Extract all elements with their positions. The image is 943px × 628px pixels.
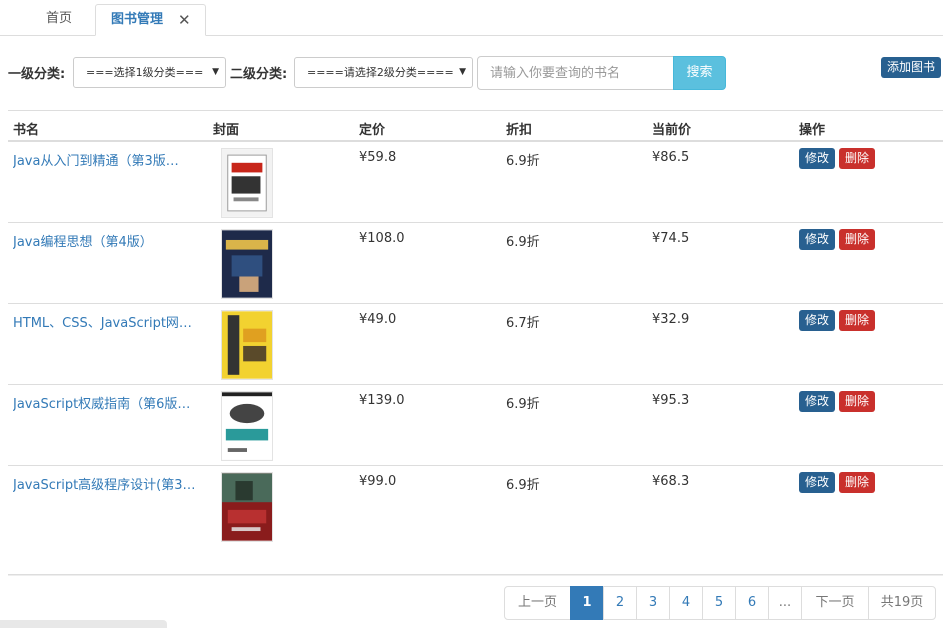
delete-button[interactable]: 删除 (839, 310, 875, 331)
column-header-price: 定价 (359, 123, 386, 138)
delete-button[interactable]: 删除 (839, 229, 875, 250)
table-row: JavaScript权威指南（第6版… ¥139.0 6.9折 ¥95.3 修改… (8, 385, 943, 466)
delete-button[interactable]: 删除 (839, 391, 875, 412)
book-price: ¥108.0 (359, 231, 405, 246)
book-price: ¥99.0 (359, 474, 397, 489)
delete-button[interactable]: 删除 (839, 148, 875, 169)
column-header-current-price: 当前价 (652, 123, 692, 138)
column-header-actions: 操作 (799, 123, 826, 138)
column-header-title: 书名 (13, 123, 40, 138)
tab-bar: 首页 图书管理 ✕ (0, 0, 943, 36)
search-input[interactable] (477, 56, 674, 90)
book-discount: 6.9折 (506, 478, 540, 493)
next-page-button[interactable]: 下一页 (801, 586, 869, 620)
page-1-button[interactable]: 1 (570, 586, 604, 620)
table-row: JavaScript高级程序设计(第3… ¥99.0 6.9折 ¥68.3 修改… (8, 466, 943, 575)
book-current-price: ¥32.9 (652, 312, 690, 327)
book-title-link[interactable]: Java编程思想（第4版） (13, 231, 205, 250)
pagination-ellipsis: ... (768, 586, 802, 620)
table-header: 书名 封面 定价 折扣 当前价 操作 (8, 110, 943, 142)
book-price: ¥59.8 (359, 150, 397, 165)
search-button[interactable]: 搜索 (673, 56, 726, 90)
column-header-discount: 折扣 (506, 123, 533, 138)
book-cover-java-intro-icon (221, 148, 273, 218)
tab-book-management[interactable]: 图书管理 ✕ (95, 4, 206, 36)
level1-category-label: 一级分类: (8, 67, 66, 82)
book-cover-js-professional-icon (221, 472, 273, 542)
edit-button[interactable]: 修改 (799, 148, 835, 169)
book-cover-thinking-in-java-icon (221, 229, 273, 299)
edit-button[interactable]: 修改 (799, 229, 835, 250)
table-row: Java从入门到精通（第3版… ¥59.8 6.9折 ¥86.5 修改 删除 (8, 142, 943, 223)
edit-button[interactable]: 修改 (799, 391, 835, 412)
pagination: 上一页 1 2 3 4 5 6 ... 下一页 共19页 (504, 586, 936, 620)
book-cover-js-definitive-icon (221, 391, 273, 461)
page-6-button[interactable]: 6 (735, 586, 769, 620)
total-pages-label: 共19页 (868, 586, 936, 620)
page-5-button[interactable]: 5 (702, 586, 736, 620)
delete-button[interactable]: 删除 (839, 472, 875, 493)
level1-category-value: ===选择1级分类=== (86, 66, 204, 79)
book-price: ¥139.0 (359, 393, 405, 408)
chevron-down-icon: ▼ (212, 67, 219, 77)
prev-page-button[interactable]: 上一页 (504, 586, 571, 620)
table-row: HTML、CSS、JavaScript网… ¥49.0 6.7折 ¥32.9 修… (8, 304, 943, 385)
book-title-link[interactable]: Java从入门到精通（第3版… (13, 150, 205, 169)
book-current-price: ¥68.3 (652, 474, 690, 489)
page-3-button[interactable]: 3 (636, 586, 670, 620)
book-current-price: ¥74.5 (652, 231, 690, 246)
chevron-down-icon: ▼ (459, 67, 466, 77)
book-title-link[interactable]: JavaScript高级程序设计(第3… (13, 474, 205, 493)
column-header-cover: 封面 (213, 123, 240, 138)
level2-category-value: ====请选择2级分类==== (307, 66, 454, 79)
book-discount: 6.9折 (506, 397, 540, 412)
divider (8, 575, 943, 576)
level1-category-select[interactable]: ===选择1级分类=== ▼ (73, 57, 226, 88)
close-icon[interactable]: ✕ (178, 5, 191, 35)
page-4-button[interactable]: 4 (669, 586, 703, 620)
edit-button[interactable]: 修改 (799, 472, 835, 493)
book-title-link[interactable]: JavaScript权威指南（第6版… (13, 393, 205, 412)
level2-category-label: 二级分类: (230, 67, 288, 82)
book-current-price: ¥86.5 (652, 150, 690, 165)
horizontal-scrollbar[interactable] (0, 620, 167, 628)
add-book-button[interactable]: 添加图书 (881, 57, 941, 78)
book-discount: 6.7折 (506, 316, 540, 331)
book-discount: 6.9折 (506, 235, 540, 250)
tab-book-management-label: 图书管理 (111, 12, 164, 27)
table-row: Java编程思想（第4版） ¥108.0 6.9折 ¥74.5 修改 删除 (8, 223, 943, 304)
book-table: 书名 封面 定价 折扣 当前价 操作 Java从入门到精通（第3版… ¥59.8… (8, 110, 943, 575)
book-cover-html-css-js-icon (221, 310, 273, 380)
book-current-price: ¥95.3 (652, 393, 690, 408)
book-title-link[interactable]: HTML、CSS、JavaScript网… (13, 312, 205, 331)
book-price: ¥49.0 (359, 312, 397, 327)
level2-category-select[interactable]: ====请选择2级分类==== ▼ (294, 57, 473, 88)
book-discount: 6.9折 (506, 154, 540, 169)
page-2-button[interactable]: 2 (603, 586, 637, 620)
tab-home[interactable]: 首页 (30, 4, 88, 36)
edit-button[interactable]: 修改 (799, 310, 835, 331)
